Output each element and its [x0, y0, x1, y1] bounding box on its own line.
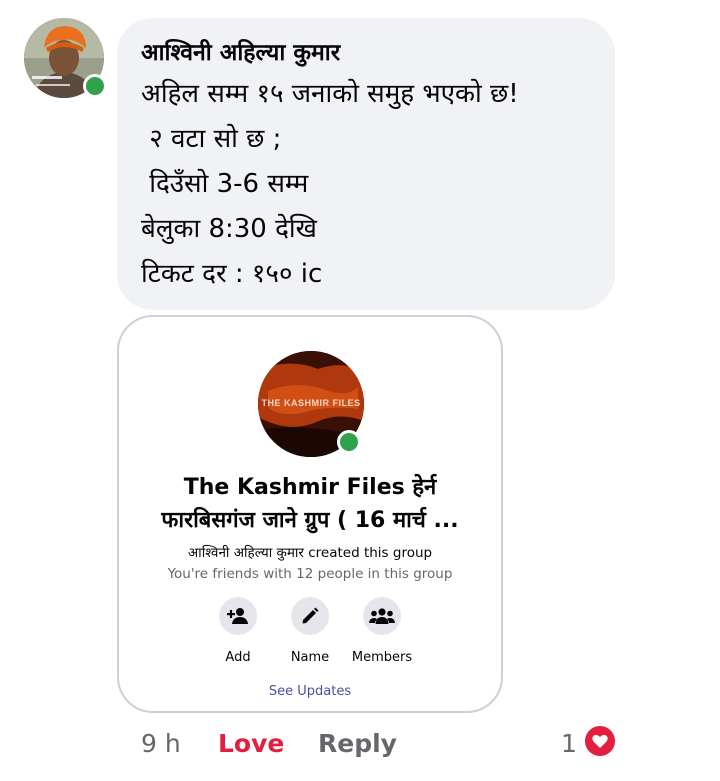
love-reaction-button[interactable]: Love	[218, 727, 284, 761]
group-creator-text: आश्विनी अहिल्या कुमार created this group	[187, 545, 433, 561]
commenter-online-indicator	[83, 74, 107, 98]
add-person-icon	[219, 597, 257, 635]
group-actions: Add Name Members	[119, 597, 501, 667]
group-title-line: फारबिसगंज जाने ग्रुप ( 16 मार्च ...	[161, 508, 459, 533]
reply-button[interactable]: Reply	[318, 727, 397, 761]
group-friends-text: You're friends with 12 people in this gr…	[167, 566, 453, 582]
see-updates-link[interactable]: See Updates	[119, 684, 501, 699]
members-button[interactable]: Members	[337, 597, 427, 667]
comment-timestamp[interactable]: 9 h	[141, 727, 181, 761]
comment-text-line: अहिल सम्म १५ जनाको समुह भएको छ!	[141, 79, 519, 109]
group-active-indicator	[337, 430, 361, 454]
pencil-icon	[291, 597, 329, 635]
members-icon	[363, 597, 401, 635]
reaction-count[interactable]: 1	[561, 727, 577, 761]
poster-title: THE KASHMIR FILES	[261, 398, 361, 408]
comment-author-name[interactable]: आश्विनी अहिल्या कुमार	[141, 36, 615, 70]
group-title[interactable]: The Kashmir Files हेर्न फारबिसगंज जाने ग…	[129, 471, 491, 537]
group-title-line: The Kashmir Files हेर्न	[183, 475, 437, 500]
group-attachment-card[interactable]: THE KASHMIR FILES The Kashmir Files हेर्…	[117, 315, 503, 713]
comment-bubble: आश्विनी अहिल्या कुमार अहिल सम्म १५ जनाको…	[117, 18, 615, 310]
comment-text-line: दिउँसो 3-6 सम्म	[141, 169, 309, 199]
heart-icon[interactable]	[583, 724, 617, 758]
comment-text-line: टिकट दर : १५० ic	[141, 259, 323, 289]
members-label: Members	[351, 650, 413, 665]
comment-text-line: २ वटा सो छ ;	[141, 124, 282, 154]
comment-text-line: बेलुका 8:30 देखि	[141, 214, 317, 244]
